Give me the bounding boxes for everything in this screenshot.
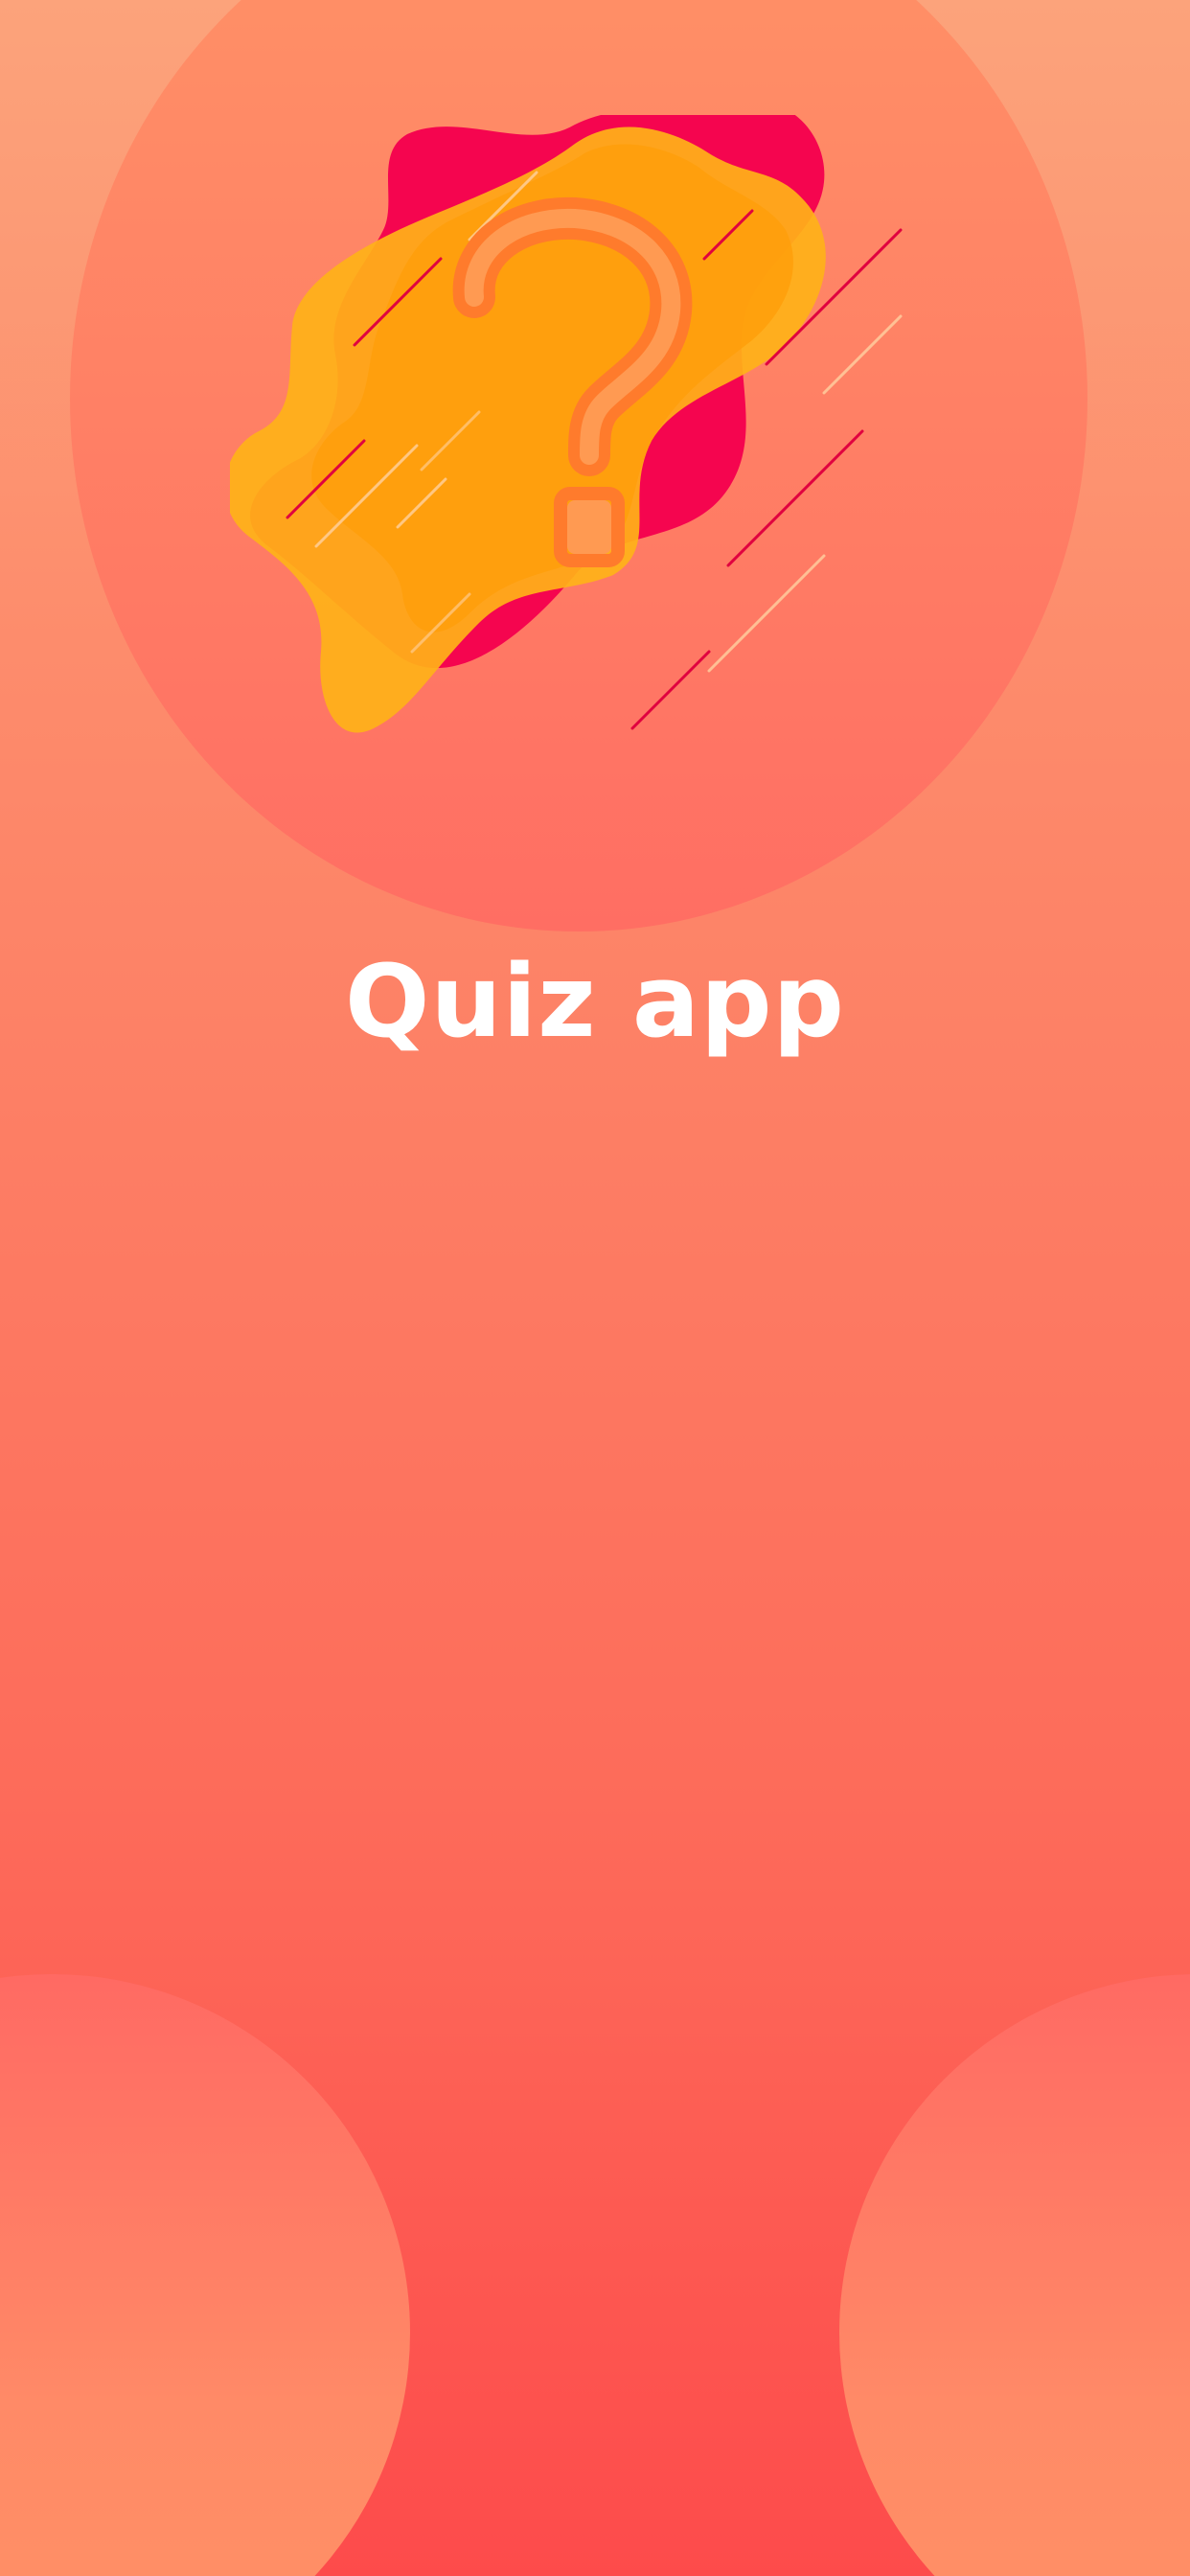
decorative-circle-left xyxy=(0,1974,410,2576)
splash-screen: Quiz app xyxy=(0,0,1190,2576)
decorative-circle-right xyxy=(839,1974,1190,2576)
app-title: Quiz app xyxy=(345,943,845,1060)
question-mark-icon xyxy=(230,115,903,733)
